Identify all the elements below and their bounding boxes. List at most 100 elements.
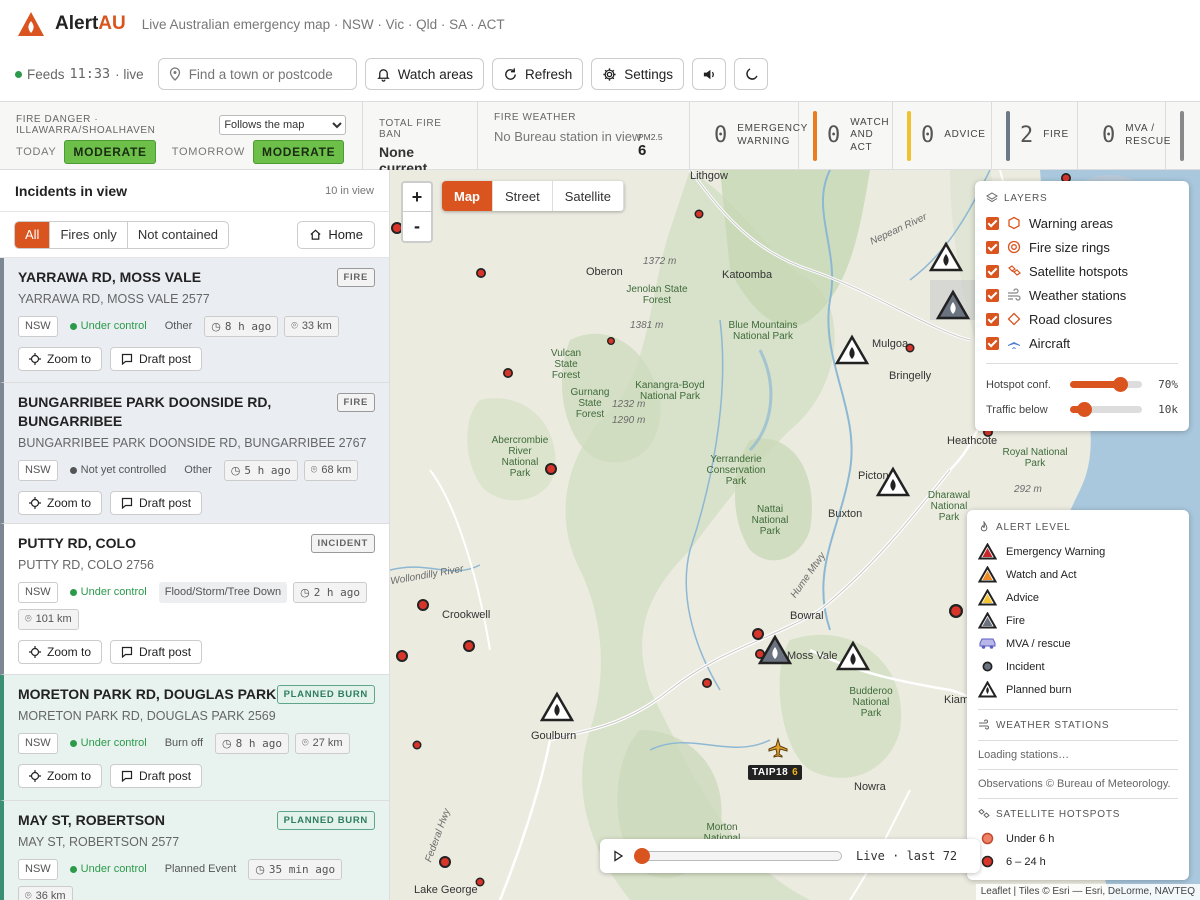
zoom-to-button[interactable]: Zoom to	[18, 639, 103, 664]
map-attribution[interactable]: Leaflet | Tiles © Esri — Esri, DeLorme, …	[975, 884, 1200, 900]
slider-handle[interactable]	[1077, 402, 1093, 417]
weather-loading-text: Loading stations…	[978, 749, 1070, 761]
legend-panel: ALERT LEVEL Emergency Warning Watch and …	[967, 510, 1189, 880]
fire-marker-icon	[834, 334, 870, 365]
draft-post-button[interactable]: Draft post	[110, 346, 203, 371]
refresh-button[interactable]: Refresh	[491, 58, 584, 90]
checkbox[interactable]	[986, 288, 999, 302]
fire-danger-cell: Fire danger · Illawarra/Shoalhaven Follo…	[0, 102, 363, 169]
flame-icon	[980, 521, 988, 532]
legend-hotspot-older: 6 – 24 h	[978, 850, 1178, 873]
state-chip: NSW	[18, 459, 58, 481]
checkbox[interactable]	[986, 264, 999, 278]
count-mva-rescue[interactable]: 0 MVA / Rescue	[1078, 102, 1170, 169]
draft-post-button[interactable]: Draft post	[110, 490, 203, 515]
legend-hotspot-recent: Under 6 h	[978, 827, 1178, 850]
filter-all[interactable]: All	[15, 221, 51, 248]
timeline-handle[interactable]	[634, 848, 650, 864]
legend-incident: Incident	[978, 655, 1178, 678]
zoom-in-button[interactable]: +	[403, 183, 431, 212]
count-num: 0	[1102, 123, 1116, 148]
checkbox[interactable]	[986, 216, 999, 230]
state-chip: NSW	[18, 581, 58, 603]
settings-label: Settings	[624, 66, 674, 82]
filter-fires-only[interactable]: Fires only	[50, 221, 128, 248]
region-select[interactable]: Follows the map	[219, 115, 346, 135]
incident-dot-icon	[607, 337, 615, 345]
incident-card[interactable]: PUTTY RD, COLO INCIDENT PUTTY RD, COLO 2…	[0, 524, 389, 675]
brand: AlertAU Live Australian emergency map · …	[17, 10, 505, 38]
timeline-slider[interactable]	[634, 848, 842, 864]
checkbox[interactable]	[986, 240, 999, 254]
count-emergency[interactable]: 0 Emergency Warning	[690, 102, 807, 169]
zoom-to-button[interactable]: Zoom to	[18, 346, 103, 371]
incident-dot-icon	[475, 877, 485, 887]
tab-map[interactable]: Map	[442, 181, 493, 211]
search-input[interactable]	[188, 66, 349, 82]
watch-areas-button[interactable]: Watch areas	[364, 58, 484, 90]
checkbox[interactable]	[986, 312, 999, 326]
home-button[interactable]: Home	[297, 220, 375, 249]
checkbox[interactable]	[986, 336, 999, 350]
incident-dot-icon	[982, 661, 993, 672]
fire-marker-icon	[835, 640, 871, 671]
count-fire[interactable]: 2 Fire	[992, 102, 1078, 169]
feeds-status: Feeds 11:33 · live	[15, 66, 144, 82]
settings-button[interactable]: Settings	[591, 58, 685, 90]
slider-track[interactable]	[1070, 377, 1142, 392]
satellite-hotspots-header: SATELLITE HOTSPOTS	[978, 807, 1178, 821]
layer-satellite-hotspots[interactable]: Satellite hotspots	[986, 259, 1178, 283]
tfb-label: Total fire ban	[379, 118, 442, 140]
speaker-icon	[703, 69, 714, 79]
legend-watch-and-act: Watch and Act	[978, 563, 1178, 586]
draft-post-button[interactable]: Draft post	[110, 763, 203, 788]
slider-handle[interactable]	[1113, 377, 1129, 392]
play-icon[interactable]	[612, 850, 624, 862]
zoom-to-button[interactable]: Zoom to	[18, 763, 103, 788]
incident-card[interactable]: MAY ST, ROBERTSON PLANNED BURN MAY ST, R…	[0, 801, 389, 900]
incident-card[interactable]: YARRAWA RD, MOSS VALE FIRE YARRAWA RD, M…	[0, 258, 389, 383]
layer-aircraft[interactable]: Aircraft	[986, 331, 1178, 355]
count-bar	[1180, 110, 1184, 161]
layer-weather-stations[interactable]: Weather stations	[986, 283, 1178, 307]
live-dot-icon	[15, 70, 22, 78]
search-box[interactable]	[157, 58, 357, 90]
count-more	[1166, 102, 1196, 169]
incident-card[interactable]: BUNGARRIBEE PARK DOONSIDE RD, BUNGARRIBE…	[0, 383, 389, 524]
time-chip: ◷ 8 h ago	[204, 315, 279, 337]
home-label: Home	[328, 227, 363, 242]
layer-road-closures[interactable]: Road closures	[986, 307, 1178, 331]
incident-dot-icon	[752, 628, 764, 640]
zoom-to-button[interactable]: Zoom to	[18, 490, 103, 515]
legend-advice: Advice	[978, 586, 1178, 609]
fire-marker-icon	[928, 241, 964, 272]
draft-post-button[interactable]: Draft post	[110, 639, 203, 664]
layer-fire-size-rings[interactable]: Fire size rings	[986, 235, 1178, 259]
incident-dot-icon	[439, 856, 451, 868]
planned-burn-triangle-icon	[978, 681, 997, 698]
count-watch-act[interactable]: 0 Watch and Act	[799, 102, 893, 169]
plane-icon	[1008, 337, 1020, 349]
app-tagline: Live Australian emergency map · NSW · Vi…	[141, 16, 505, 32]
count-advice[interactable]: 0 Advice	[893, 102, 992, 169]
message-icon	[121, 353, 133, 365]
layers-panel: LAYERS Warning areas Fire size rings Sat…	[975, 181, 1189, 431]
incident-title: BUNGARRIBEE PARK DOONSIDE RD, BUNGARRIBE…	[18, 394, 272, 429]
fire-weather-cell: Fire weather No Bureau station in view P…	[478, 102, 690, 169]
incident-card[interactable]: MORETON PARK RD, DOUGLAS PARK PLANNED BU…	[0, 675, 389, 801]
tab-street[interactable]: Street	[493, 181, 553, 211]
map-view[interactable]: Lithgow Oberon Katoomba Jenolan State Fo…	[390, 170, 1200, 900]
zoom-out-button[interactable]: -	[403, 212, 431, 241]
tomorrow-rating-badge: MODERATE	[253, 140, 345, 164]
slider-track[interactable]	[1070, 402, 1142, 417]
filter-not-contained[interactable]: Not contained	[128, 222, 228, 248]
count-bar	[813, 110, 817, 161]
layer-warning-areas[interactable]: Warning areas	[986, 211, 1178, 235]
count-num: 0	[714, 123, 728, 148]
hotspot-confidence-slider[interactable]: Hotspot conf. 70%	[986, 372, 1178, 397]
count-label: Advice	[944, 129, 986, 141]
traffic-below-slider[interactable]: Traffic below 10k	[986, 397, 1178, 422]
sound-toggle-button[interactable]	[692, 58, 727, 90]
tab-satellite[interactable]: Satellite	[553, 181, 624, 211]
dark-mode-button[interactable]	[734, 58, 769, 90]
